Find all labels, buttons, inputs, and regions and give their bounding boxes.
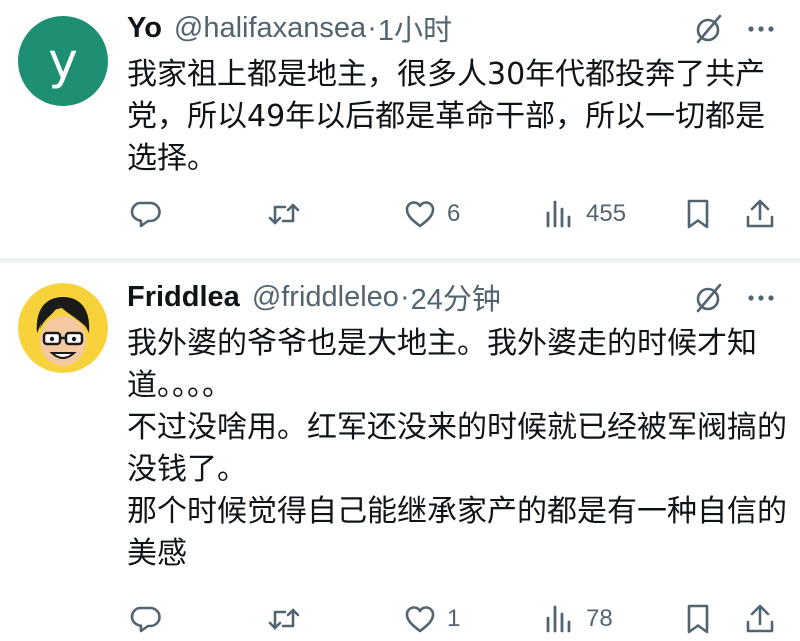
avatar[interactable] [18,283,108,373]
share-icon [746,604,774,633]
tweet-text: 我家祖上都是地主，很多人30年代都投奔了共产党，所以49年以后都是革命干部，所以… [127,54,787,180]
grok-icon[interactable] [692,281,726,315]
timestamp[interactable]: 1小时 [378,7,452,49]
views-button[interactable]: 78 [542,601,613,637]
reply-button[interactable] [128,601,162,637]
action-bar: 1 78 [0,601,800,637]
action-bar: 6 455 [0,196,800,232]
tweet-header: Friddlea @friddleleo · 24分钟 [127,280,501,317]
share-button[interactable] [743,601,777,637]
more-icon[interactable] [744,281,778,315]
heart-icon [405,201,435,228]
retweet-icon [268,203,300,225]
tweet-paragraph: 那个时候觉得自己能继承家产的都是有一种自信的美感 [127,494,787,571]
views-icon [546,605,571,633]
user-handle[interactable]: @friddleleo [252,281,399,314]
reply-button[interactable] [128,196,162,232]
separator-dot: · [367,11,377,44]
tweet-paragraph: 我外婆的爷爷也是大地主。我外婆走的时候才知道。。。。 [127,326,757,403]
bookmark-icon [687,199,709,229]
tweet-text: 我外婆的爷爷也是大地主。我外婆走的时候才知道。。。。 不过没啥用。红军还没来的时… [127,323,787,575]
like-count: 6 [447,200,461,227]
avatar-letter: y [18,16,108,106]
bookmark-button[interactable] [681,196,715,232]
heart-icon [405,606,435,633]
more-icon[interactable] [744,12,778,46]
views-button[interactable]: 455 [542,196,626,232]
retweet-button[interactable] [267,601,301,637]
like-count: 1 [447,605,461,632]
like-button[interactable]: 6 [403,196,460,232]
user-handle[interactable]: @halifaxansea [174,12,366,45]
retweet-button[interactable] [267,196,301,232]
reply-icon [130,201,161,228]
display-name[interactable]: Yo [127,12,162,45]
tweet[interactable]: y Yo @halifaxansea · 1小时 我家祖上都是地主，很多人30年… [0,0,800,258]
view-count: 455 [586,200,627,227]
share-icon [746,199,774,228]
display-name[interactable]: Friddlea [127,281,240,314]
retweet-icon [268,608,300,630]
view-count: 78 [586,605,613,632]
cartoon-glasses-avatar-image [18,283,108,373]
grok-icon[interactable] [692,12,726,46]
tweet-header: Yo @halifaxansea · 1小时 [127,11,452,48]
separator-dot: · [399,280,410,313]
bookmark-button[interactable] [681,601,715,637]
reply-icon [130,606,161,633]
tweet-paragraph: 我家祖上都是地主，很多人30年代都投奔了共产党，所以49年以后都是革命干部，所以… [127,57,766,176]
views-icon [546,200,571,228]
timestamp[interactable]: 24分钟 [411,276,501,318]
tweet-paragraph: 不过没啥用。红军还没来的时候就已经被军阀搞的没钱了。 [127,410,787,487]
share-button[interactable] [743,196,777,232]
avatar[interactable]: y [18,16,108,106]
like-button[interactable]: 1 [403,601,460,637]
bookmark-icon [687,604,709,634]
tweet[interactable]: Friddlea @friddleleo · 24分钟 我外婆的爷爷也是大地主。… [0,263,800,641]
